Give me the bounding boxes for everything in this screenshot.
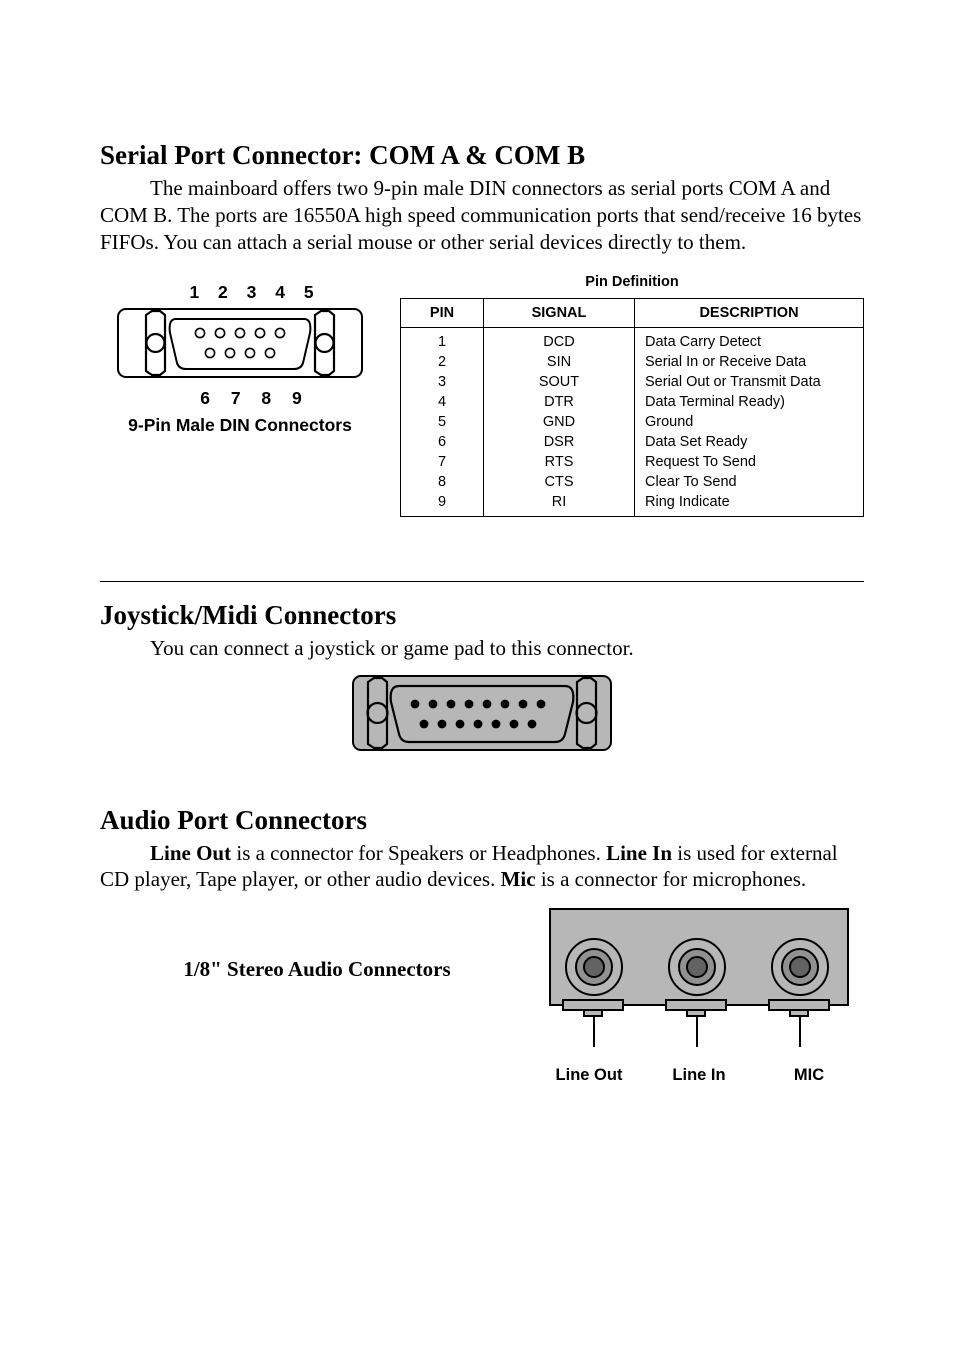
audio-label-lineout: Line Out xyxy=(534,1066,644,1085)
pin-definition-title: Pin Definition xyxy=(400,274,864,290)
serial-pin-bottom-labels: 6 7 8 9 xyxy=(130,388,380,409)
audio-label-linein: Line In xyxy=(644,1066,754,1085)
table-row: 9RIRing Indicate xyxy=(401,492,864,517)
table-header-description: DESCRIPTION xyxy=(635,298,864,327)
table-row: 2SINSerial In or Receive Data xyxy=(401,352,864,372)
table-row: 7RTSRequest To Send xyxy=(401,452,864,472)
stereo-connectors-caption: 1/8" Stereo Audio Connectors xyxy=(100,957,534,982)
serial-pin-top-labels: 1 2 3 4 5 xyxy=(130,282,380,303)
audio-jacks-diagram xyxy=(544,907,854,1059)
joystick-heading: Joystick/Midi Connectors xyxy=(100,600,864,631)
table-header-pin: PIN xyxy=(401,298,484,327)
pin-definition-table: PIN SIGNAL DESCRIPTION 1DCDData Carry De… xyxy=(400,298,864,517)
joystick-paragraph: You can connect a joystick or game pad t… xyxy=(100,635,864,662)
section-divider xyxy=(100,581,864,582)
table-header-signal: SIGNAL xyxy=(484,298,635,327)
db9-connector-diagram xyxy=(116,307,364,379)
serial-paragraph: The mainboard offers two 9-pin male DIN … xyxy=(100,175,864,256)
table-row: 1DCDData Carry Detect xyxy=(401,327,864,352)
audio-paragraph: Line Out is a connector for Speakers or … xyxy=(100,840,864,894)
serial-heading: Serial Port Connector: COM A & COM B xyxy=(100,140,864,171)
table-row: 4DTRData Terminal Ready) xyxy=(401,392,864,412)
audio-label-mic: MIC xyxy=(754,1066,864,1085)
audio-heading: Audio Port Connectors xyxy=(100,805,864,836)
table-row: 3SOUTSerial Out or Transmit Data xyxy=(401,372,864,392)
table-row: 8CTSClear To Send xyxy=(401,472,864,492)
serial-connector-caption: 9-Pin Male DIN Connectors xyxy=(100,415,380,436)
table-row: 6DSRData Set Ready xyxy=(401,432,864,452)
table-row: 5GNDGround xyxy=(401,412,864,432)
db15-connector-diagram xyxy=(351,674,613,752)
